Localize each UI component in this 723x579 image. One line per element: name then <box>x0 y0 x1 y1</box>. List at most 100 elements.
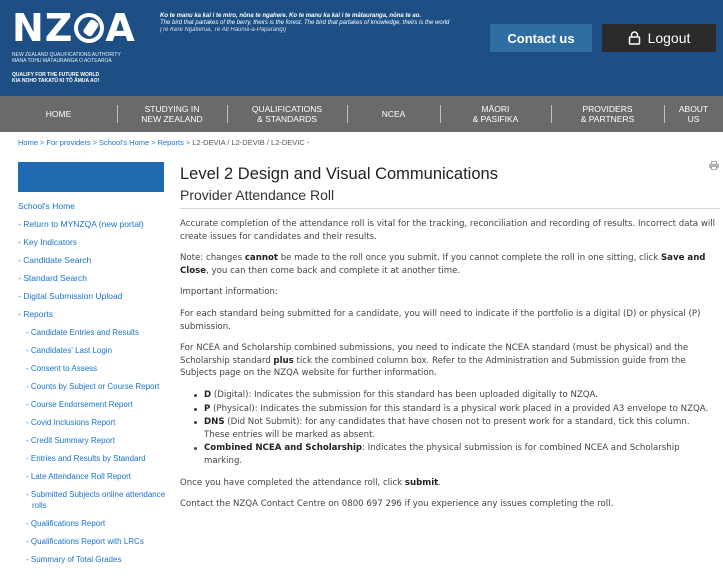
breadcrumb-current: L2-DEVIA / L2-DEVIB / L2-DEVIC - <box>192 138 310 147</box>
legend-item-digital: D (Digital): Indicates the submission fo… <box>194 389 716 402</box>
site-header: NZ A NEW ZEALAND QUALIFICATIONS AUTHORITY… <box>0 0 723 96</box>
sidebar-item-counts-by-subject[interactable]: - Counts by Subject or Course Report <box>18 381 168 392</box>
breadcrumb-sep: > <box>40 138 45 147</box>
logo-tag-line-2: KIA NOHO TAKATŪ KI TŌ ĀMUA AO! <box>12 78 100 84</box>
sidebar-item-qualifications-lrcs[interactable]: - Qualifications Report with LRCs <box>18 536 168 547</box>
logo-tagline: QUALIFY FOR THE FUTURE WORLD KIA NOHO TA… <box>12 72 152 84</box>
nav-item-ncea[interactable]: NCEA <box>347 96 440 132</box>
note-text-a: Note: changes <box>180 253 245 264</box>
nav-studying-line-2: NEW ZEALAND <box>141 114 203 124</box>
logo-text-post: A <box>105 6 136 50</box>
sidebar-item-digital-submission-upload[interactable]: - Digital Submission Upload <box>18 291 168 302</box>
nav-maori-label: MĀORI & PASIFIKA <box>473 104 519 124</box>
logo-emblem-icon <box>74 13 105 43</box>
sidebar-item-entries-by-standard[interactable]: - Entries and Results by Standard <box>18 453 168 464</box>
nav-item-studying[interactable]: STUDYING IN NEW ZEALAND <box>117 96 227 132</box>
contact-us-button[interactable]: Contact us <box>490 24 592 52</box>
breadcrumb-school-home[interactable]: School's Home <box>99 138 149 147</box>
nav-studying-label: STUDYING IN NEW ZEALAND <box>141 104 202 124</box>
legend-item-dns: DNS (Did Not Submit): for any candidates… <box>194 416 716 441</box>
logo-subtitle: NEW ZEALAND QUALIFICATIONS AUTHORITY MAN… <box>12 52 152 64</box>
submit-emph: submit <box>404 477 439 488</box>
submit-text-c: . <box>438 477 442 488</box>
nav-studying-line-1: STUDYING IN <box>144 104 200 114</box>
page-title: Level 2 Design and Visual Communications <box>180 165 498 183</box>
nav-providers-line-1: PROVIDERS <box>582 104 633 114</box>
breadcrumb-sep: > <box>185 138 191 147</box>
legend-desc: (Physical): Indicates the submission for… <box>210 403 709 414</box>
nav-item-providers[interactable]: PROVIDERS & PARTNERS <box>551 96 664 132</box>
sidebar-item-key-indicators[interactable]: - Key Indicators <box>18 237 168 248</box>
legend-desc: (Digital): Indicates the submission for … <box>211 389 599 400</box>
nav-maori-line-1: MĀORI <box>481 104 510 114</box>
breadcrumb-home[interactable]: Home <box>18 138 38 147</box>
nav-about-line-2: US <box>687 114 700 124</box>
contact-paragraph: Contact the NZQA Contact Centre on 0800 … <box>180 499 614 510</box>
sidebar-item-reports[interactable]: - Reports <box>18 309 168 320</box>
page-subtitle: Provider Attendance Roll <box>180 187 335 203</box>
nav-about-label: ABOUT US <box>679 104 708 124</box>
sidebar-item-late-attendance[interactable]: - Late Attendance Roll Report <box>18 471 168 482</box>
nav-ncea-label: NCEA <box>381 109 406 119</box>
legend-list: D (Digital): Indicates the submission fo… <box>180 389 716 468</box>
nav-quals-line-1: QUALIFICATIONS <box>251 104 323 114</box>
logo-sub-line-2: MANA TOHU MĀTAURANGA O AOTEAROA <box>12 58 112 64</box>
digital-physical-paragraph: For each standard being submitted for a … <box>180 308 701 332</box>
breadcrumb-providers[interactable]: For providers <box>46 138 90 147</box>
sidebar-item-summary-grades[interactable]: - Summary of Total Grades <box>18 554 168 565</box>
sidebar-item-course-endorsement[interactable]: - Course Endorsement Report <box>18 399 168 410</box>
sidebar-banner <box>18 162 164 192</box>
logout-button[interactable]: Logout <box>602 24 716 52</box>
sidebar-item-consent-to-assess[interactable]: - Consent to Assess <box>18 363 168 374</box>
nav-providers-label: PROVIDERS & PARTNERS <box>581 104 635 124</box>
nav-quals-line-2: & STANDARDS <box>257 114 317 124</box>
sidebar-item-standard-search[interactable]: - Standard Search <box>18 273 168 284</box>
legend-desc: (Did Not Submit): for any candidates tha… <box>204 417 690 440</box>
lock-icon <box>628 31 640 45</box>
note-text-e: , you can then come back and complete it… <box>206 265 461 276</box>
nav-about-line-1: ABOUT <box>678 104 709 114</box>
combined-paragraph: For NCEA and Scholarship combined submis… <box>180 342 716 380</box>
sidebar-item-candidate-search[interactable]: - Candidate Search <box>18 255 168 266</box>
nav-home-label: HOME <box>45 109 72 119</box>
sidebar-nav: School's Home - Return to MYNZQA (new po… <box>18 201 168 572</box>
nav-quals-label: QUALIFICATIONS & STANDARDS <box>252 104 322 124</box>
submit-text-a: Once you have completed the attendance r… <box>180 477 405 488</box>
legend-item-combined: Combined NCEA and Scholarship: Indicates… <box>194 442 716 467</box>
logo-wordmark: NZ A <box>12 8 152 48</box>
motto-line-3: (Te Kere Ngatierua, Te Ati Haunui-a-Pāpā… <box>160 27 287 33</box>
main-nav: HOME STUDYING IN NEW ZEALAND QUALIFICATIO… <box>0 96 723 132</box>
logout-label: Logout <box>647 30 691 46</box>
sidebar-item-qualifications-report[interactable]: - Qualifications Report <box>18 518 168 529</box>
sidebar-item-credit-summary[interactable]: - Credit Summary Report <box>18 435 168 446</box>
legend-term: Combined NCEA and Scholarship <box>204 443 363 454</box>
sidebar-item-submitted-subjects[interactable]: - Submitted Subjects online attendance r… <box>18 489 168 511</box>
sidebar-item-last-login[interactable]: - Candidates' Last Login <box>18 345 168 356</box>
breadcrumb-sep: > <box>151 138 156 147</box>
title-divider <box>180 208 720 209</box>
main-content: Level 2 Design and Visual Communications… <box>180 164 720 511</box>
sidebar-item-return-mynzqa[interactable]: - Return to MYNZQA (new portal) <box>18 219 168 230</box>
header-motto: Ko te manu ka kai i te miro, nōna te nga… <box>160 13 500 34</box>
sidebar-item-schools-home[interactable]: School's Home <box>18 201 168 212</box>
legend-item-physical: P (Physical): Indicates the submission f… <box>194 403 716 416</box>
contact-us-label: Contact us <box>507 30 575 46</box>
nav-item-maori-pasifika[interactable]: MĀORI & PASIFIKA <box>440 96 551 132</box>
sidebar-item-candidate-entries[interactable]: - Candidate Entries and Results <box>18 327 168 338</box>
note-text-c: be made to the roll once you submit. If … <box>277 253 661 264</box>
submit-paragraph: Once you have completed the attendance r… <box>180 477 716 490</box>
note-paragraph: Note: changes cannot be made to the roll… <box>180 252 716 277</box>
important-heading: Important information: <box>180 287 278 298</box>
nav-providers-line-2: & PARTNERS <box>580 114 635 124</box>
nav-item-about[interactable]: ABOUT US <box>664 96 723 132</box>
motto-line-1: Ko te manu ka kai i te miro, nōna te nga… <box>160 13 422 19</box>
note-emph-cannot: cannot <box>244 253 278 264</box>
breadcrumb-reports[interactable]: Reports <box>158 138 184 147</box>
nav-item-home[interactable]: HOME <box>0 96 117 132</box>
sidebar-item-covid-inclusions[interactable]: - Covid Inclusions Report <box>18 417 168 428</box>
nav-maori-line-2: & PASIFIKA <box>472 114 519 124</box>
nzqa-logo[interactable]: NZ A NEW ZEALAND QUALIFICATIONS AUTHORITY… <box>12 8 152 92</box>
combined-emph-plus: plus <box>273 355 294 366</box>
breadcrumb: Home > For providers > School's Home > Reports… <box>18 138 309 147</box>
nav-item-qualifications[interactable]: QUALIFICATIONS & STANDARDS <box>227 96 347 132</box>
